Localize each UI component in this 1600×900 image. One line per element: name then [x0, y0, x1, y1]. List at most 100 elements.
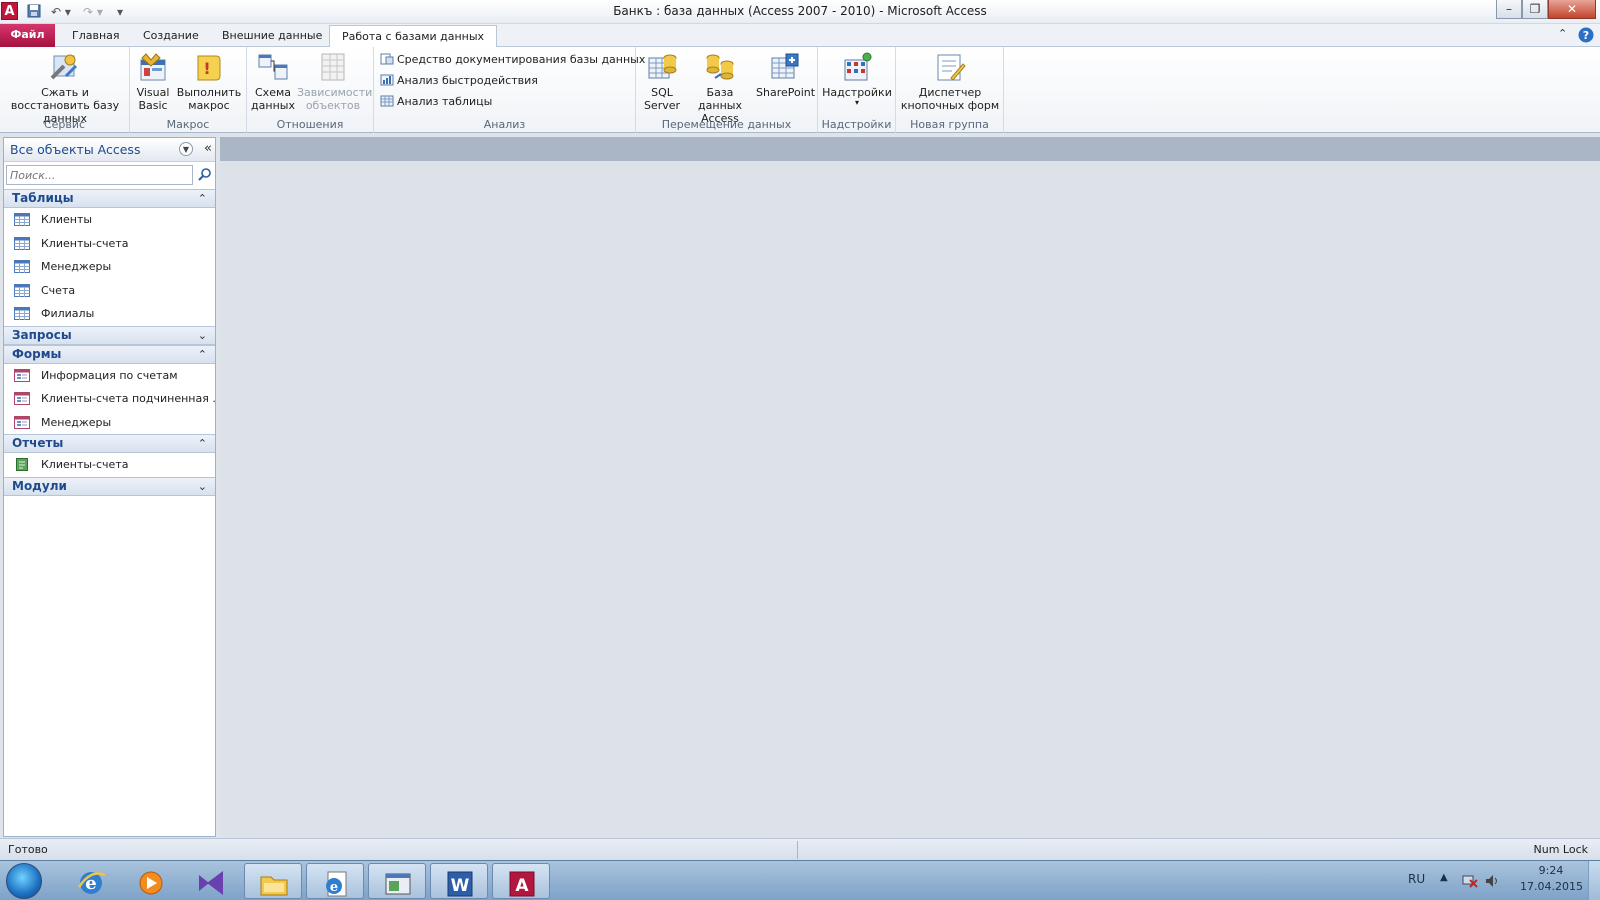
switchboard-manager-button[interactable]: Диспетчер кнопочных форм — [900, 50, 1000, 112]
nav-item-label: Клиенты-счета подчиненная ... — [41, 392, 215, 405]
nav-item-label: Информация по счетам — [41, 368, 178, 382]
nav-item-form[interactable]: Менеджеры — [4, 411, 215, 435]
expand-chevron-icon[interactable]: ⌄ — [198, 327, 207, 344]
navigation-pane: Все объекты Access ▼ « Таблицы⌃ Клиенты … — [3, 137, 216, 837]
table-icon — [14, 213, 30, 226]
section-forms[interactable]: Формы ⌃ — [4, 344, 215, 364]
section-modules[interactable]: Модули ⌄ — [4, 476, 215, 496]
nav-item-table[interactable]: Филиалы — [4, 302, 215, 326]
minimize-ribbon-icon[interactable]: ⌃ — [1558, 27, 1567, 40]
nav-title[interactable]: Все объекты Access — [10, 142, 140, 157]
collapse-chevron-icon[interactable]: ⌃ — [198, 190, 207, 207]
group-service: Сжать и восстановить базу данных Сервис — [0, 47, 130, 133]
relationships-label: Схема данных — [251, 86, 295, 112]
group-analysis: Средство документирования базы данных Ан… — [374, 47, 645, 133]
access-database-button[interactable]: База данных Access — [686, 50, 754, 125]
group-label-macro: Макрос — [166, 118, 210, 131]
nav-item-table[interactable]: Менеджеры — [4, 255, 215, 279]
analyze-performance-button[interactable]: Анализ быстродействия — [380, 72, 538, 90]
clock[interactable]: 9:24 17.04.2015 — [1520, 863, 1583, 895]
nav-item-form[interactable]: Информация по счетам — [4, 364, 215, 388]
compact-repair-icon — [50, 54, 78, 80]
nav-item-label: Клиенты — [41, 213, 93, 226]
nav-menu-dropdown-icon[interactable]: ▼ — [179, 142, 193, 156]
expand-chevron-icon[interactable]: ⌄ — [198, 478, 207, 495]
minimize-button[interactable]: – — [1496, 0, 1522, 19]
section-reports[interactable]: Отчеты ⌃ — [4, 434, 215, 453]
search-icon[interactable] — [197, 167, 213, 183]
group-macro: Visual Basic ! Выполнить макрос Макрос — [130, 47, 247, 133]
section-queries[interactable]: Запросы ⌄ — [4, 325, 215, 345]
tab-home[interactable]: Главная — [60, 25, 132, 47]
nav-item-report[interactable]: Клиенты-счета — [4, 453, 215, 477]
sharepoint-icon — [771, 53, 799, 79]
show-desktop-button[interactable] — [1588, 861, 1600, 900]
object-dependencies-icon — [321, 53, 345, 81]
svg-text:W: W — [451, 876, 470, 896]
taskbar-media-player[interactable] — [122, 863, 180, 899]
analyze-table-button[interactable]: Анализ таблицы — [380, 93, 492, 111]
search-input[interactable] — [6, 165, 193, 185]
run-macro-button[interactable]: ! Выполнить макрос — [176, 50, 242, 112]
taskbar-ie[interactable]: e — [62, 863, 120, 899]
taskbar-window[interactable] — [368, 863, 426, 899]
tab-external-data[interactable]: Внешние данные — [210, 25, 334, 47]
show-hidden-icons-icon[interactable]: ▲ — [1440, 872, 1448, 883]
taskbar-visual-studio[interactable] — [182, 863, 240, 899]
nav-item-label: Филиалы — [41, 307, 95, 320]
volume-icon[interactable] — [1484, 873, 1500, 892]
group-new-group: Диспетчер кнопочных форм Новая группа — [896, 47, 1004, 133]
form-icon — [14, 368, 30, 382]
sharepoint-button[interactable]: SharePoint — [756, 50, 815, 99]
addins-button[interactable]: Надстройки ▾ — [822, 50, 892, 107]
visual-basic-button[interactable]: Visual Basic — [134, 50, 172, 112]
analyze-table-label: Анализ таблицы — [397, 95, 493, 108]
status-bar: Готово Num Lock — [0, 838, 1600, 860]
form-icon — [14, 392, 30, 405]
media-player-icon — [139, 871, 163, 895]
taskbar-word[interactable]: W — [430, 863, 488, 899]
run-macro-icon: ! — [197, 55, 221, 81]
start-button[interactable] — [6, 863, 42, 899]
nav-item-table[interactable]: Клиенты — [4, 208, 215, 232]
document-tab-strip — [220, 137, 1600, 161]
title-bar: A ↶ ▾ ↷ ▾ ▾ Банкъ : база данных (Access … — [0, 0, 1600, 24]
restore-button[interactable]: ❐ — [1522, 0, 1548, 19]
folder-icon — [260, 876, 288, 896]
taskbar-explorer[interactable] — [244, 863, 302, 899]
sql-server-icon — [648, 54, 677, 79]
tab-database-tools[interactable]: Работа с базами данных — [329, 25, 498, 48]
language-indicator[interactable]: RU — [1408, 872, 1425, 886]
object-dependencies-button[interactable]: Зависимости объектов — [297, 50, 372, 112]
nav-item-form[interactable]: Клиенты-счета подчиненная ... — [4, 387, 215, 411]
network-icon[interactable] — [1462, 874, 1478, 891]
documenter-icon — [380, 53, 394, 65]
collapse-chevron-icon[interactable]: ⌃ — [198, 435, 207, 452]
nav-item-table[interactable]: Клиенты-счета — [4, 232, 215, 256]
compact-repair-button[interactable]: Сжать и восстановить базу данных — [4, 50, 126, 125]
windows-taskbar: e e W A RU ▲ 9:24 17.04.2015 — [0, 860, 1600, 900]
switchboard-manager-label: Диспетчер кнопочных форм — [900, 86, 1000, 112]
ribbon-tab-row: Файл Главная Создание Внешние данные Раб… — [0, 24, 1600, 48]
tab-create[interactable]: Создание — [131, 25, 211, 47]
sql-server-button[interactable]: SQL Server — [640, 50, 684, 112]
taskbar-access[interactable]: A — [492, 863, 550, 899]
visual-basic-icon — [140, 53, 166, 81]
relationships-button[interactable]: Схема данных — [251, 50, 295, 112]
visual-basic-label: Visual Basic — [136, 86, 170, 112]
nav-item-table[interactable]: Счета — [4, 279, 215, 303]
nav-item-label: Менеджеры — [41, 260, 112, 273]
help-icon[interactable]: ? — [1578, 27, 1594, 46]
nav-item-label: Клиенты-счета — [41, 236, 129, 250]
taskbar-ie-document[interactable]: e — [306, 863, 364, 899]
status-divider — [797, 841, 798, 859]
numlock-indicator: Num Lock — [1533, 843, 1589, 856]
access-icon: A — [509, 871, 535, 897]
close-button[interactable]: ✕ — [1548, 0, 1596, 19]
tab-file[interactable]: Файл — [0, 24, 55, 47]
database-documenter-button[interactable]: Средство документирования базы данных — [380, 51, 645, 69]
section-tables[interactable]: Таблицы ⌃ — [4, 189, 215, 208]
collapse-pane-icon[interactable]: « — [204, 141, 212, 156]
run-macro-label: Выполнить макрос — [176, 86, 242, 112]
collapse-chevron-icon[interactable]: ⌃ — [198, 346, 207, 363]
